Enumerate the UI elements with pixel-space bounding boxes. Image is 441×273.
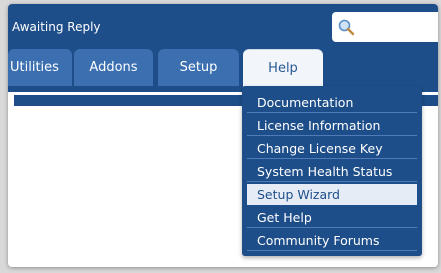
awaiting-reply-link[interactable]: Awaiting Reply <box>12 20 101 34</box>
tab-setup[interactable]: Setup <box>158 49 239 86</box>
top-navigation-bar: Awaiting Reply Utilities Addons Setup He… <box>8 4 438 92</box>
menu-item-license-information[interactable]: License Information <box>247 115 417 136</box>
menu-item-system-health-status[interactable]: System Health Status <box>247 161 417 182</box>
tab-label: Setup <box>179 60 218 75</box>
search-input[interactable] <box>332 12 438 42</box>
tab-addons[interactable]: Addons <box>74 49 153 86</box>
tab-label: Utilities <box>10 60 59 75</box>
tab-label: Addons <box>89 60 138 75</box>
menu-item-setup-wizard[interactable]: Setup Wizard <box>247 184 417 205</box>
menu-item-community-forums[interactable]: Community Forums <box>247 230 417 251</box>
search-icon <box>337 18 355 36</box>
menu-item-get-help[interactable]: Get Help <box>247 207 417 228</box>
tab-label: Help <box>268 61 298 76</box>
app-window: Awaiting Reply Utilities Addons Setup He… <box>8 4 438 267</box>
tab-help[interactable]: Help <box>243 49 323 87</box>
help-dropdown-menu: Documentation License Information Change… <box>242 86 422 256</box>
menu-item-documentation[interactable]: Documentation <box>247 92 417 113</box>
tab-utilities[interactable]: Utilities <box>8 49 72 86</box>
menu-item-change-license-key[interactable]: Change License Key <box>247 138 417 159</box>
